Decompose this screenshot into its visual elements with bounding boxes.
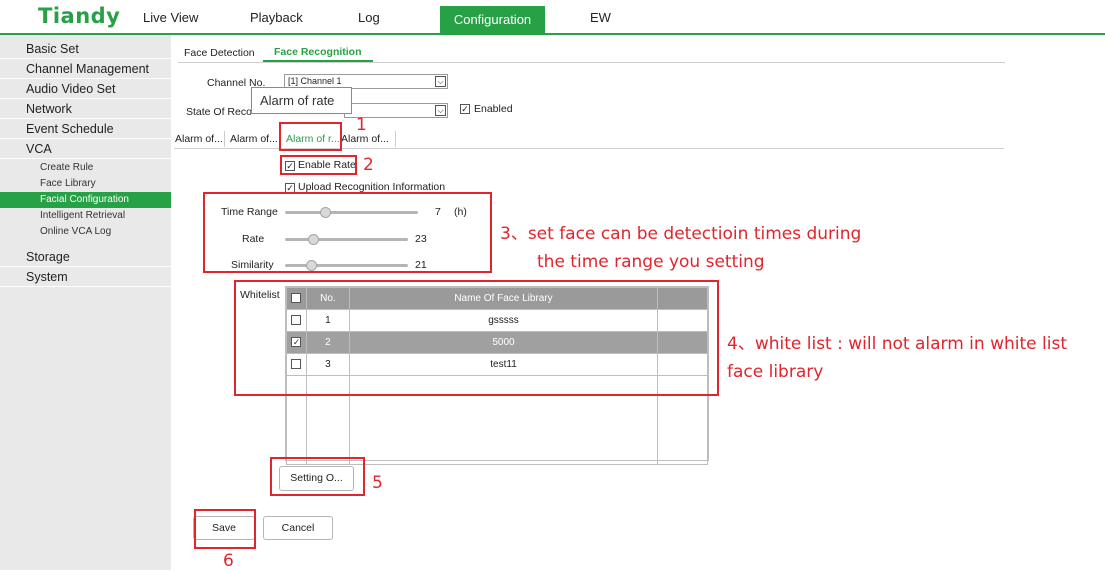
similarity-slider-knob[interactable] bbox=[305, 260, 317, 271]
time-range-slider-knob[interactable] bbox=[319, 207, 331, 218]
enabled-label: Enabled bbox=[474, 103, 513, 115]
similarity-slider[interactable] bbox=[285, 264, 408, 267]
tab-divider bbox=[178, 62, 1005, 63]
rate-value: 23 bbox=[415, 233, 427, 245]
sidebar-item-channel-management[interactable]: Channel Management bbox=[0, 59, 171, 79]
chevron-down-icon: ⌵ bbox=[435, 76, 446, 87]
annotation-3: 3、set face can be detectioin times durin… bbox=[500, 224, 862, 244]
state-label: State Of Reco bbox=[186, 106, 252, 118]
time-range-label: Time Range bbox=[221, 206, 278, 218]
sidebar-sub-online-vca-log[interactable]: Online VCA Log bbox=[0, 224, 171, 240]
sidebar-item-basic-set[interactable]: Basic Set bbox=[0, 39, 171, 59]
subtab-separator bbox=[395, 131, 396, 147]
annotation-box-1 bbox=[279, 122, 342, 151]
sidebar-item-storage[interactable]: Storage bbox=[0, 247, 171, 267]
subtab-alarm-1[interactable]: Alarm of... bbox=[175, 133, 223, 145]
sidebar-item-network[interactable]: Network bbox=[0, 99, 171, 119]
time-range-slider[interactable] bbox=[285, 211, 418, 214]
sidebar-item-system[interactable]: System bbox=[0, 267, 171, 287]
annotation-3-line2: the time range you setting bbox=[537, 252, 765, 272]
sidebar-sub-facial-configuration[interactable]: Facial Configuration bbox=[0, 192, 171, 208]
channel-select-value: [1] Channel 1 bbox=[288, 76, 342, 86]
chevron-down-icon: ⌵ bbox=[435, 105, 446, 116]
annotation-box-2 bbox=[280, 155, 357, 175]
sidebar-sub-face-library[interactable]: Face Library bbox=[0, 176, 171, 192]
nav-ew[interactable]: EW bbox=[590, 10, 611, 25]
annotation-4: 4、white list : will not alarm in white l… bbox=[727, 334, 1067, 354]
tab-face-detection[interactable]: Face Detection bbox=[184, 47, 255, 59]
annotation-5: 5 bbox=[372, 473, 383, 493]
sidebar-sub-create-rule[interactable]: Create Rule bbox=[0, 160, 171, 176]
rate-label: Rate bbox=[242, 233, 265, 245]
enabled-checkbox[interactable]: ✓ bbox=[460, 104, 470, 114]
nav-playback[interactable]: Playback bbox=[250, 10, 303, 25]
sidebar-item-audio-video-set[interactable]: Audio Video Set bbox=[0, 79, 171, 99]
similarity-label: Similarity bbox=[231, 259, 274, 271]
rate-slider[interactable] bbox=[285, 238, 408, 241]
subtab-alarm-2[interactable]: Alarm of... bbox=[230, 133, 278, 145]
similarity-value: 21 bbox=[415, 259, 427, 271]
subtab-separator bbox=[224, 131, 225, 147]
annotation-box-4 bbox=[234, 280, 719, 396]
tab-face-recognition[interactable]: Face Recognition bbox=[274, 46, 362, 58]
cancel-button[interactable]: Cancel bbox=[263, 516, 333, 540]
nav-configuration[interactable]: Configuration bbox=[440, 6, 545, 33]
annotation-6: 6 bbox=[223, 551, 234, 571]
nav-log[interactable]: Log bbox=[358, 10, 380, 25]
sidebar-sub-intelligent-retrieval[interactable]: Intelligent Retrieval bbox=[0, 208, 171, 224]
sidebar-item-vca[interactable]: VCA bbox=[0, 139, 171, 159]
tooltip-alarm-of-rate: Alarm of rate bbox=[251, 87, 352, 114]
annotation-box-5 bbox=[270, 457, 365, 496]
sidebar-item-event-schedule[interactable]: Event Schedule bbox=[0, 119, 171, 139]
annotation-2: 2 bbox=[363, 155, 374, 175]
nav-live-view[interactable]: Live View bbox=[143, 10, 198, 25]
annotation-box-6 bbox=[194, 509, 256, 549]
time-range-value: 7 bbox=[435, 206, 441, 218]
annotation-1: 1 bbox=[356, 115, 367, 135]
sidebar: Basic Set Channel Management Audio Video… bbox=[0, 35, 171, 570]
time-range-unit: (h) bbox=[454, 206, 467, 218]
brand-logo: Tiandy bbox=[38, 4, 121, 28]
annotation-4-line2: face library bbox=[727, 362, 824, 382]
